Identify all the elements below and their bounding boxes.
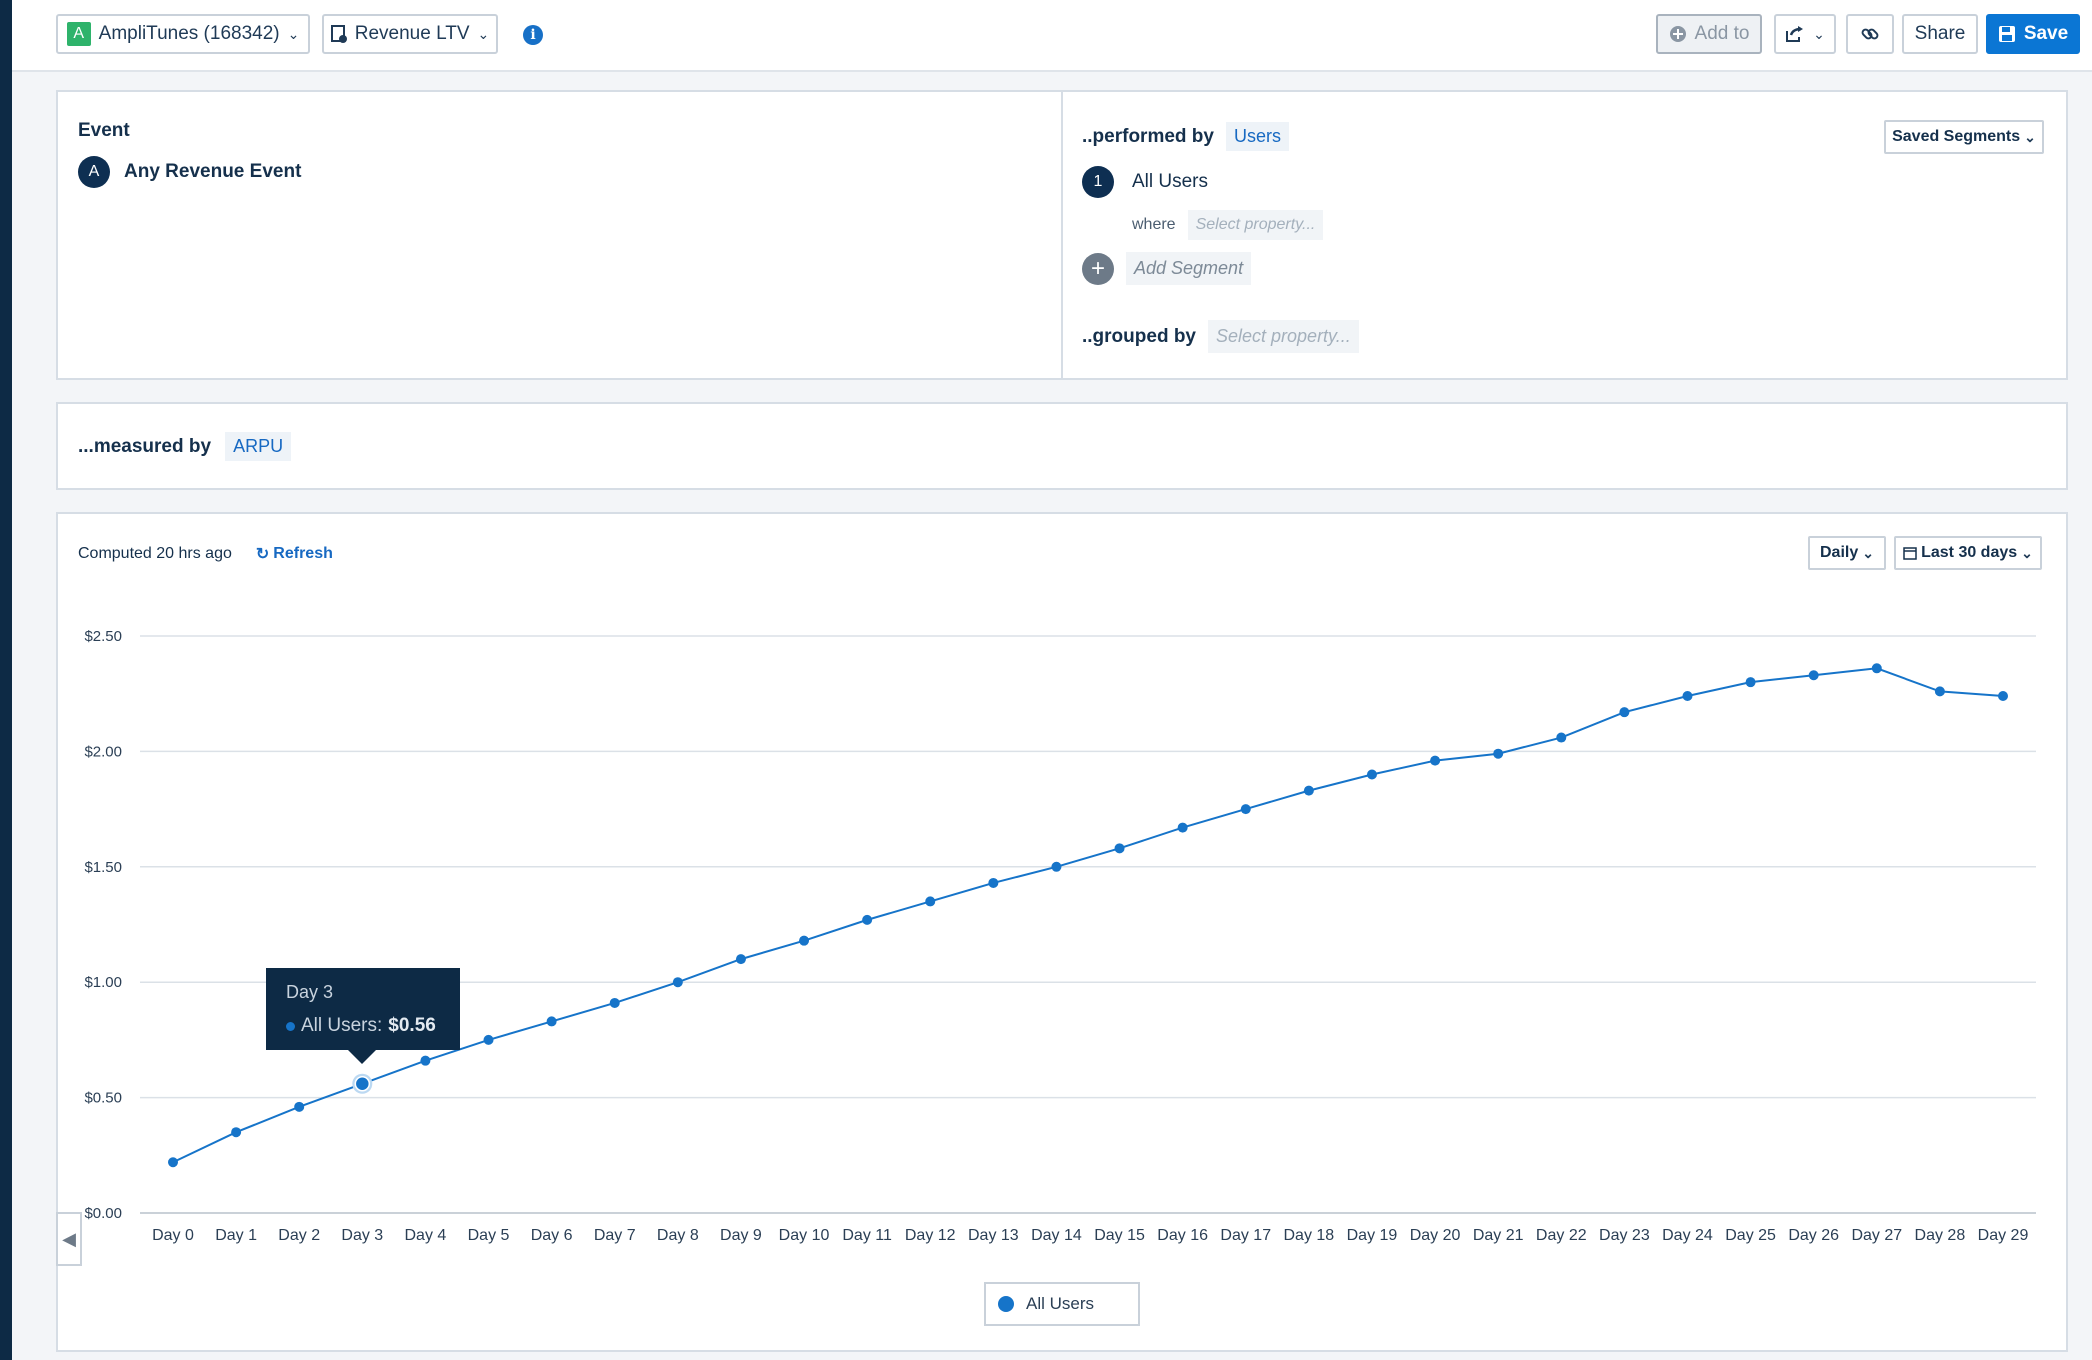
floppy-disk-icon	[1998, 26, 2015, 42]
chart-tooltip: Day 3 All Users: $0.56	[266, 968, 460, 1064]
performed-by-users-chip[interactable]: Users	[1225, 122, 1289, 151]
save-button[interactable]: Save	[1986, 14, 2080, 54]
top-toolbar: A AmpliTunes (168342) ⌄ Revenue LTV ⌄ i …	[12, 0, 2092, 72]
grouped-by-row: ..grouped by Select property...	[1082, 320, 1359, 353]
chevron-down-icon: ⌄	[2021, 544, 2033, 561]
tooltip-value: $0.56	[388, 1015, 436, 1036]
chevron-down-icon: ⌄	[1813, 25, 1825, 42]
add-segment-row[interactable]: + Add Segment	[1082, 252, 1252, 285]
computed-time: Computed 20 hrs ago	[78, 545, 232, 562]
export-icon	[1786, 26, 1804, 42]
measured-by-row: ...measured by ARPU	[78, 432, 292, 461]
tooltip-series-dot	[286, 1021, 295, 1031]
calendar-icon	[1903, 547, 1917, 560]
chevron-down-icon: ⌄	[477, 25, 490, 42]
export-button[interactable]: ⌄	[1774, 14, 1836, 54]
measured-by-panel: ...measured by ARPU	[56, 402, 2068, 490]
tooltip-title: Day 3	[286, 982, 334, 1002]
chart-selector[interactable]: Revenue LTV ⌄	[322, 14, 498, 54]
event-name: Any Revenue Event	[124, 161, 302, 182]
add-segment-label: Add Segment	[1126, 252, 1252, 285]
interval-dropdown[interactable]: Daily ⌄	[1808, 536, 1886, 570]
query-builder-panel: Event A Any Revenue Event ..performed by…	[56, 90, 2068, 380]
tooltip-series-label: All Users:	[301, 1015, 383, 1036]
save-label: Save	[2023, 23, 2069, 44]
grouped-by-property-select[interactable]: Select property...	[1208, 320, 1359, 353]
where-property-select[interactable]: Select property...	[1187, 210, 1324, 240]
project-badge: A	[66, 22, 91, 46]
chart-legend[interactable]: All Users	[984, 1282, 1140, 1326]
segment-name: All Users	[1132, 171, 1209, 192]
report-icon	[330, 25, 347, 43]
chart-panel: Computed 20 hrs ago ↻ Refresh Daily ⌄ La…	[56, 512, 2068, 1352]
computed-row: Computed 20 hrs ago ↻ Refresh	[78, 544, 333, 564]
add-to-button[interactable]: Add to	[1656, 14, 1762, 54]
panel-divider	[1061, 92, 1063, 378]
refresh-link[interactable]: ↻ Refresh	[256, 544, 333, 564]
app-sidebar-edge	[0, 0, 12, 1360]
interval-label: Daily	[1820, 544, 1859, 561]
legend-dot	[998, 1296, 1014, 1312]
saved-segments-label: Saved Segments	[1892, 128, 2021, 145]
where-label: where	[1132, 216, 1176, 233]
measured-by-arpu-chip[interactable]: ARPU	[225, 432, 292, 461]
event-badge: A	[78, 156, 110, 188]
add-to-label: Add to	[1694, 23, 1750, 44]
event-row[interactable]: A Any Revenue Event	[78, 156, 301, 188]
chevron-down-icon: ⌄	[287, 25, 300, 42]
where-row: where Select property...	[1132, 210, 1324, 240]
chart-name: Revenue LTV	[354, 23, 470, 44]
project-name: AmpliTunes (168342)	[98, 23, 280, 44]
grouped-by-label: ..grouped by	[1082, 325, 1196, 347]
share-button[interactable]: Share	[1902, 14, 1978, 54]
measured-by-label: ...measured by	[78, 435, 212, 457]
project-selector[interactable]: A AmpliTunes (168342) ⌄	[56, 14, 310, 54]
saved-segments-button[interactable]: Saved Segments ⌄	[1884, 120, 2044, 154]
segment-number-badge: 1	[1082, 166, 1114, 198]
copy-link-button[interactable]	[1846, 14, 1894, 54]
share-label: Share	[1914, 23, 1966, 44]
segment-row[interactable]: 1 All Users	[1082, 166, 1208, 198]
event-heading: Event	[78, 120, 130, 141]
plus-circle-icon	[1669, 26, 1686, 42]
date-range-dropdown[interactable]: Last 30 days ⌄	[1894, 536, 2042, 570]
refresh-icon: ↻	[255, 546, 270, 563]
tooltip-series-row: All Users: $0.56	[286, 1015, 440, 1037]
performed-by-row: ..performed by Users	[1082, 122, 1289, 151]
chevron-down-icon: ⌄	[1862, 544, 1874, 561]
date-range-label: Last 30 days	[1921, 544, 2018, 561]
chevron-down-icon: ⌄	[2024, 128, 2036, 145]
legend-label: All Users	[1026, 1294, 1095, 1313]
add-circle-icon: +	[1082, 252, 1114, 285]
collapse-left-icon[interactable]: ◀	[56, 1212, 82, 1266]
link-icon	[1861, 28, 1879, 40]
performed-by-label: ..performed by	[1082, 125, 1214, 147]
info-icon[interactable]: i	[523, 25, 543, 45]
refresh-label: Refresh	[273, 545, 333, 562]
